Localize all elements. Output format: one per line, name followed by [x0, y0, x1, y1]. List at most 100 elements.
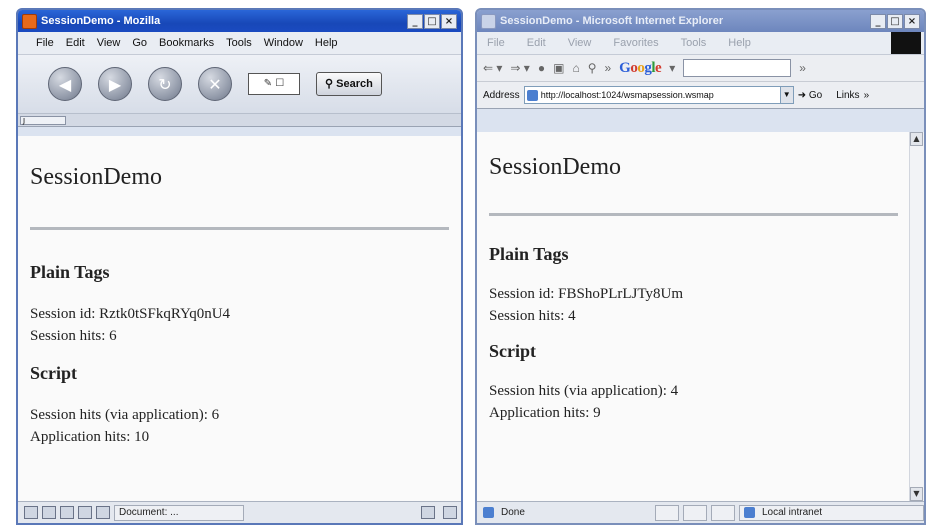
security-zone-panel: Local intranet — [739, 504, 924, 521]
search-button[interactable]: ⚲ Search — [316, 72, 382, 96]
back-button[interactable]: ◀ — [48, 67, 82, 101]
page-icon — [526, 89, 538, 101]
go-arrow-icon: ➜ — [797, 89, 807, 101]
chevron-down-icon[interactable]: ▼ — [779, 87, 793, 103]
security-icon[interactable] — [421, 506, 435, 519]
reload-button[interactable]: ↻ — [148, 67, 182, 101]
mozilla-titlebar[interactable]: SessionDemo - Mozilla _ □ × — [18, 10, 461, 32]
mozilla-window: SessionDemo - Mozilla _ □ × File Edit Vi… — [16, 8, 463, 525]
mozilla-tab-strip: J — [18, 114, 461, 127]
navigator-icon[interactable] — [24, 506, 38, 519]
menu-file[interactable]: File — [487, 37, 505, 49]
links-chevron-icon[interactable]: » — [864, 90, 870, 101]
address-input[interactable]: http://localhost:1024/wsmapsession.wsmap… — [523, 86, 794, 104]
mozilla-window-title: SessionDemo - Mozilla — [41, 15, 161, 27]
go-button[interactable]: ➜ Go — [798, 90, 823, 101]
menu-tools[interactable]: Tools — [226, 37, 252, 49]
page-title: SessionDemo — [489, 154, 621, 180]
scroll-up-icon[interactable]: ▲ — [910, 132, 923, 146]
status-panel — [683, 504, 707, 521]
links-button[interactable]: Links — [836, 90, 859, 101]
menu-window[interactable]: Window — [264, 37, 303, 49]
intranet-zone-icon — [744, 507, 755, 518]
session-hits-application-text: Session hits (via application): 6 — [30, 407, 220, 423]
google-search-input[interactable] — [683, 59, 792, 77]
windows-logo-icon — [891, 32, 921, 54]
script-heading: Script — [489, 341, 536, 361]
composer-icon[interactable] — [78, 506, 92, 519]
reload-icon: ↻ — [158, 75, 172, 94]
menu-bookmarks[interactable]: Bookmarks — [159, 37, 214, 49]
page-title: SessionDemo — [30, 164, 162, 190]
google-toolbar-logo[interactable]: Google — [619, 60, 662, 77]
status-panel — [655, 504, 679, 521]
maximize-button[interactable]: □ — [424, 13, 440, 29]
online-status-icon[interactable] — [443, 506, 457, 519]
url-text: http://localhost:1024/wsmapsession.wsmap — [540, 90, 714, 100]
close-button[interactable]: × — [904, 13, 920, 29]
minimize-button[interactable]: _ — [870, 13, 886, 29]
magnifier-icon: ⚲ — [325, 78, 337, 90]
session-id-text: Session id: Rztk0tSFkqRYq0nU4 — [30, 306, 231, 322]
tab[interactable]: J — [20, 116, 66, 125]
menu-favorites[interactable]: Favorites — [613, 37, 658, 49]
session-id-text: Session id: FBShoPLrLJTy8Um — [489, 286, 683, 302]
mozilla-navigation-toolbar: ◀ ▶ ↻ ✕ ✎ ☐ ⚲ Search — [18, 55, 461, 114]
zone-text: Local intranet — [762, 506, 823, 518]
chat-icon[interactable] — [60, 506, 74, 519]
ie-window: SessionDemo - Microsoft Internet Explore… — [475, 8, 926, 525]
menu-view[interactable]: View — [97, 37, 121, 49]
plain-tags-heading: Plain Tags — [30, 262, 110, 282]
session-hits-application-text: Session hits (via application): 4 — [489, 383, 679, 399]
mozilla-statusbar: Document: ... — [18, 501, 461, 523]
address-book-icon[interactable] — [96, 506, 110, 519]
forward-button[interactable]: ▶ — [98, 67, 132, 101]
back-arrow-icon[interactable]: ⇐ ▾ — [483, 61, 502, 75]
status-panel — [711, 504, 735, 521]
ie-address-bar: Address http://localhost:1024/wsmapsessi… — [477, 82, 924, 109]
page-done-icon — [483, 507, 494, 518]
ie-page-content: SessionDemo Plain Tags Session id: FBSho… — [477, 132, 910, 501]
session-hits-text: Session hits: 4 — [489, 308, 576, 324]
application-hits-text: Application hits: 10 — [30, 429, 150, 445]
status-text: Document: ... — [114, 504, 244, 521]
forward-arrow-icon[interactable]: ⇒ ▾ — [510, 61, 529, 75]
vertical-scrollbar[interactable]: ▲ ▼ — [909, 132, 924, 501]
mozilla-menubar: File Edit View Go Bookmarks Tools Window… — [18, 32, 461, 55]
stop-button[interactable]: ✕ — [198, 67, 232, 101]
address-label: Address — [483, 89, 520, 101]
ie-app-icon — [481, 13, 496, 29]
back-arrow-icon: ◀ — [58, 75, 72, 94]
mozilla-page-content: SessionDemo Plain Tags Session id: Rztk0… — [18, 136, 461, 501]
location-input[interactable]: ✎ ☐ — [248, 73, 300, 95]
menu-edit[interactable]: Edit — [527, 37, 546, 49]
home-icon[interactable]: ⌂ — [572, 61, 579, 75]
ie-standard-toolbar: ⇐ ▾ ⇒ ▾ ● ▣ ⌂ ⚲ » Google ▾ » — [477, 55, 924, 82]
maximize-button[interactable]: □ — [887, 13, 903, 29]
menu-file[interactable]: File — [36, 37, 54, 49]
mail-icon[interactable] — [42, 506, 56, 519]
toolbar-more-icon[interactable]: » — [799, 61, 806, 75]
stop-icon[interactable]: ● — [538, 61, 545, 75]
ie-titlebar[interactable]: SessionDemo - Microsoft Internet Explore… — [477, 10, 924, 32]
refresh-icon[interactable]: ▣ — [553, 61, 564, 75]
menu-view[interactable]: View — [568, 37, 592, 49]
session-hits-text: Session hits: 6 — [30, 328, 117, 344]
minimize-button[interactable]: _ — [407, 13, 423, 29]
ie-statusbar: Done Local intranet — [477, 501, 924, 523]
ie-menubar: File Edit View Favorites Tools Help — [477, 32, 924, 55]
menu-help[interactable]: Help — [315, 37, 338, 49]
ie-window-title: SessionDemo - Microsoft Internet Explore… — [500, 15, 724, 27]
menu-tools[interactable]: Tools — [681, 37, 707, 49]
script-heading: Script — [30, 363, 77, 383]
menu-edit[interactable]: Edit — [66, 37, 85, 49]
menu-go[interactable]: Go — [132, 37, 147, 49]
scroll-down-icon[interactable]: ▼ — [910, 487, 923, 501]
toolbar-chevron-icon[interactable]: » — [604, 61, 611, 75]
google-dropdown-icon[interactable]: ▾ — [669, 61, 675, 75]
application-hits-text: Application hits: 9 — [489, 405, 601, 421]
menu-help[interactable]: Help — [728, 37, 751, 49]
search-icon[interactable]: ⚲ — [588, 61, 597, 75]
status-text: Done — [501, 507, 525, 518]
close-button[interactable]: × — [441, 13, 457, 29]
